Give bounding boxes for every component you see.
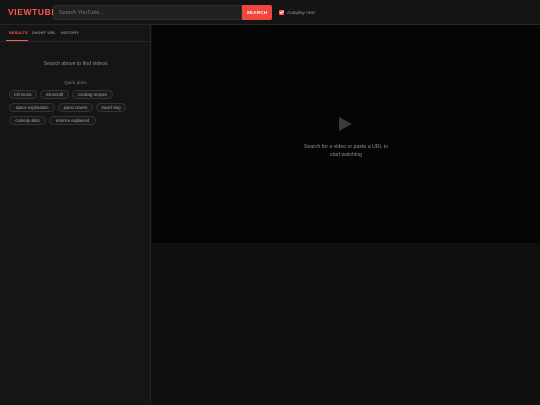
chip-comedy-skits[interactable]: comedy skits — [9, 116, 46, 125]
video-details-area — [152, 243, 540, 405]
autoplay-checkbox[interactable] — [279, 10, 284, 15]
autoplay-label: Autoplay next — [287, 10, 315, 15]
chip-cooking-recipes[interactable]: cooking recipes — [72, 90, 113, 99]
autoplay-toggle[interactable]: Autoplay next — [279, 9, 315, 16]
search-input[interactable] — [53, 5, 242, 20]
top-bar: VIEWTUBE SEARCH Autoplay next — [0, 0, 540, 25]
search-hint: Search above to find videos — [43, 61, 108, 67]
player-message-line-2: start watching — [329, 152, 362, 158]
active-tab-indicator — [6, 40, 28, 41]
tab-history[interactable]: HISTORY — [61, 31, 79, 35]
chip-travel-vlog[interactable]: travel vlog — [96, 103, 126, 112]
quick-picks-title: Quick picks — [64, 80, 87, 85]
chip-minecraft[interactable]: minecraft — [40, 90, 69, 99]
chip-space-exploration[interactable]: space exploration — [9, 103, 55, 112]
app-logo[interactable]: VIEWTUBE — [8, 7, 58, 17]
tab-results[interactable]: RESULTS — [9, 31, 28, 35]
sidebar-tabs: RESULTS SHORT URL HISTORY — [0, 25, 151, 42]
player-message: Search for a video or paste a URL to sta… — [296, 143, 396, 159]
chip-lofi-music[interactable]: lofi music — [9, 90, 37, 99]
chip-science-explained[interactable]: science explained — [49, 116, 96, 125]
search-button[interactable]: SEARCH — [242, 5, 272, 20]
video-player[interactable]: Search for a video or paste a URL to sta… — [152, 25, 540, 243]
play-icon — [339, 117, 352, 131]
chip-piano-covers[interactable]: piano covers — [58, 103, 93, 112]
tab-short-url[interactable]: SHORT URL — [32, 31, 56, 35]
sidebar: RESULTS SHORT URL HISTORY Search above t… — [0, 25, 151, 405]
player-message-line-1: Search for a video or paste a URL to — [303, 144, 388, 150]
